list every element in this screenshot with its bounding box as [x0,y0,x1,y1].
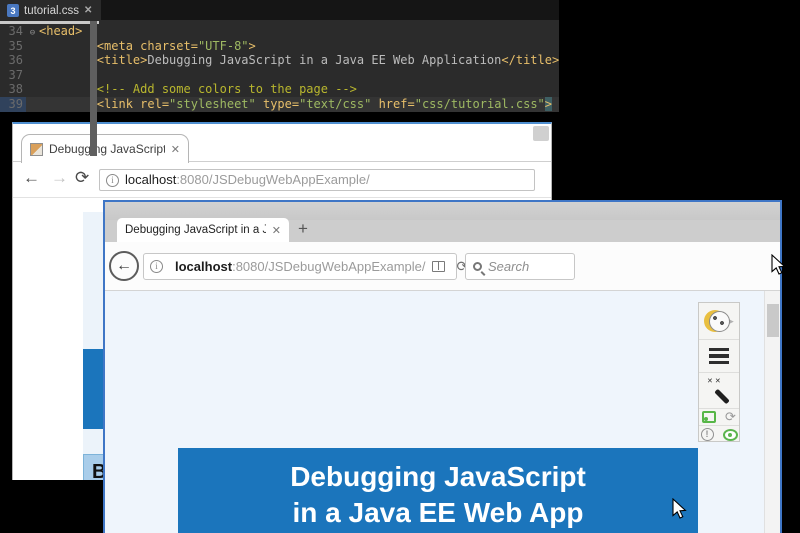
reader-mode-icon[interactable] [432,261,445,272]
code-text: <link rel="stylesheet" type="text/css" h… [39,97,552,111]
line-number: 37 [0,68,26,83]
reload-icon[interactable]: ⟳ [75,168,89,188]
code-line-34[interactable]: 34⊖<head> [0,24,559,39]
line-number: 39 [0,97,26,112]
info-icon[interactable]: i [150,260,163,273]
palette-menu-row[interactable] [699,340,739,373]
chrome-tab[interactable]: Debugging JavaScript in ✕ [21,134,189,163]
search-icon [473,262,482,271]
screencast-icon[interactable] [702,411,716,423]
tab-title: tutorial.css [24,5,79,17]
close-icon[interactable]: ✕ [84,5,92,16]
info-icon[interactable]: i [106,174,119,187]
close-icon[interactable]: ✕ [272,224,281,237]
firefox-tab[interactable]: Debugging JavaScript in a Java... ✕ [117,218,289,242]
chrome-tab-title: Debugging JavaScript in [49,142,165,156]
profile-button[interactable] [533,126,549,141]
line-number: 35 [0,39,26,54]
back-icon[interactable]: ← [23,168,40,188]
page-favicon [30,143,43,156]
url-path: :8080/JSDebugWebAppExample/ [176,172,369,187]
code-line-36[interactable]: 36 <title>Debugging JavaScript in a Java… [0,53,559,68]
palette-status-row[interactable]: ! [699,426,739,443]
palette-cast-row[interactable]: ⟳ [699,409,739,426]
code-text: <title>Debugging JavaScript in a Java EE… [39,53,559,67]
mouse-cursor [672,498,687,519]
line-number: 34 [0,24,26,39]
mouse-cursor [771,254,786,275]
vertical-scrollbar[interactable] [764,291,780,533]
visibility-icon[interactable] [723,429,738,441]
resync-icon[interactable]: ⟳ [725,409,736,425]
code-line-37[interactable]: 37 [0,68,559,83]
code-text: <!-- Add some colors to the page --> [39,82,357,96]
palette-inspect-row[interactable] [699,373,739,409]
back-button[interactable]: ← [109,251,139,281]
code-text: <meta charset="UTF-8"> [39,39,256,53]
page-title-line1: Debugging JavaScript [178,459,698,495]
new-tab-button[interactable]: + [298,219,308,239]
menu-icon[interactable] [709,348,729,365]
url-path: :8080/JSDebugWebAppExample/ [232,259,425,274]
firefox-browser-window: Debugging JavaScript in a Java... ✕ + ← … [103,200,782,533]
editor-tabbar: 3 tutorial.css ✕ [0,0,99,21]
firefox-page-viewport: Debugging JavaScript in a Java EE Web Ap… [105,291,780,533]
code-area-index-html[interactable]: 34⊖<head>35 <meta charset="UTF-8">36 <ti… [0,24,559,112]
line-number: 36 [0,53,26,68]
code-line-35[interactable]: 35 <meta charset="UTF-8"> [0,39,559,54]
palette-netbeans-row[interactable]: ▸ [699,303,739,340]
scrollbar-thumb[interactable] [767,304,779,337]
desktop-canvas: 5 *index.html ✕ 34⊖<head>35 <meta charse… [0,0,800,533]
tab-tutorial-css[interactable]: 3 tutorial.css ✕ [0,0,99,21]
code-text: <head> [39,24,82,38]
search-input[interactable] [488,259,558,274]
search-box[interactable] [465,253,575,280]
url-host: localhost [125,172,176,187]
page-title-line2: in a Java EE Web App [178,495,698,531]
netbeans-editor-tutorial-css: 3 tutorial.css ✕ 14⊖h1, h2, p {15 paddin… [0,0,99,24]
chrome-toolbar: ← → ⟳ i localhost:8080/JSDebugWebAppExam… [13,163,551,198]
code-line-39[interactable]: 39 <link rel="stylesheet" type="text/css… [0,97,559,112]
inspect-wand-icon[interactable] [707,379,731,403]
netbeans-logo-icon[interactable] [704,310,726,332]
line-number: 38 [0,82,26,97]
scrollbar-thumb[interactable] [90,21,97,156]
warning-icon[interactable]: ! [701,428,714,441]
code-line-38[interactable]: 38 <!-- Add some colors to the page --> [0,82,559,97]
close-icon[interactable]: ✕ [171,143,180,156]
forward-icon[interactable]: → [51,168,68,188]
firefox-address-bar[interactable]: i localhost:8080/JSDebugWebAppExample/ ⟳ [143,253,457,280]
url-host: localhost [175,259,232,274]
firefox-toolbar: ← i localhost:8080/JSDebugWebAppExample/… [105,242,780,291]
firefox-tab-title: Debugging JavaScript in a Java... [125,224,266,236]
netbeans-browser-palette: ▸ ⟳ ! [698,302,740,442]
css3-file-icon: 3 [7,4,19,17]
chrome-address-bar[interactable]: i localhost:8080/JSDebugWebAppExample/ [99,169,535,191]
page-title-banner: Debugging JavaScript in a Java EE Web Ap… [178,448,698,533]
